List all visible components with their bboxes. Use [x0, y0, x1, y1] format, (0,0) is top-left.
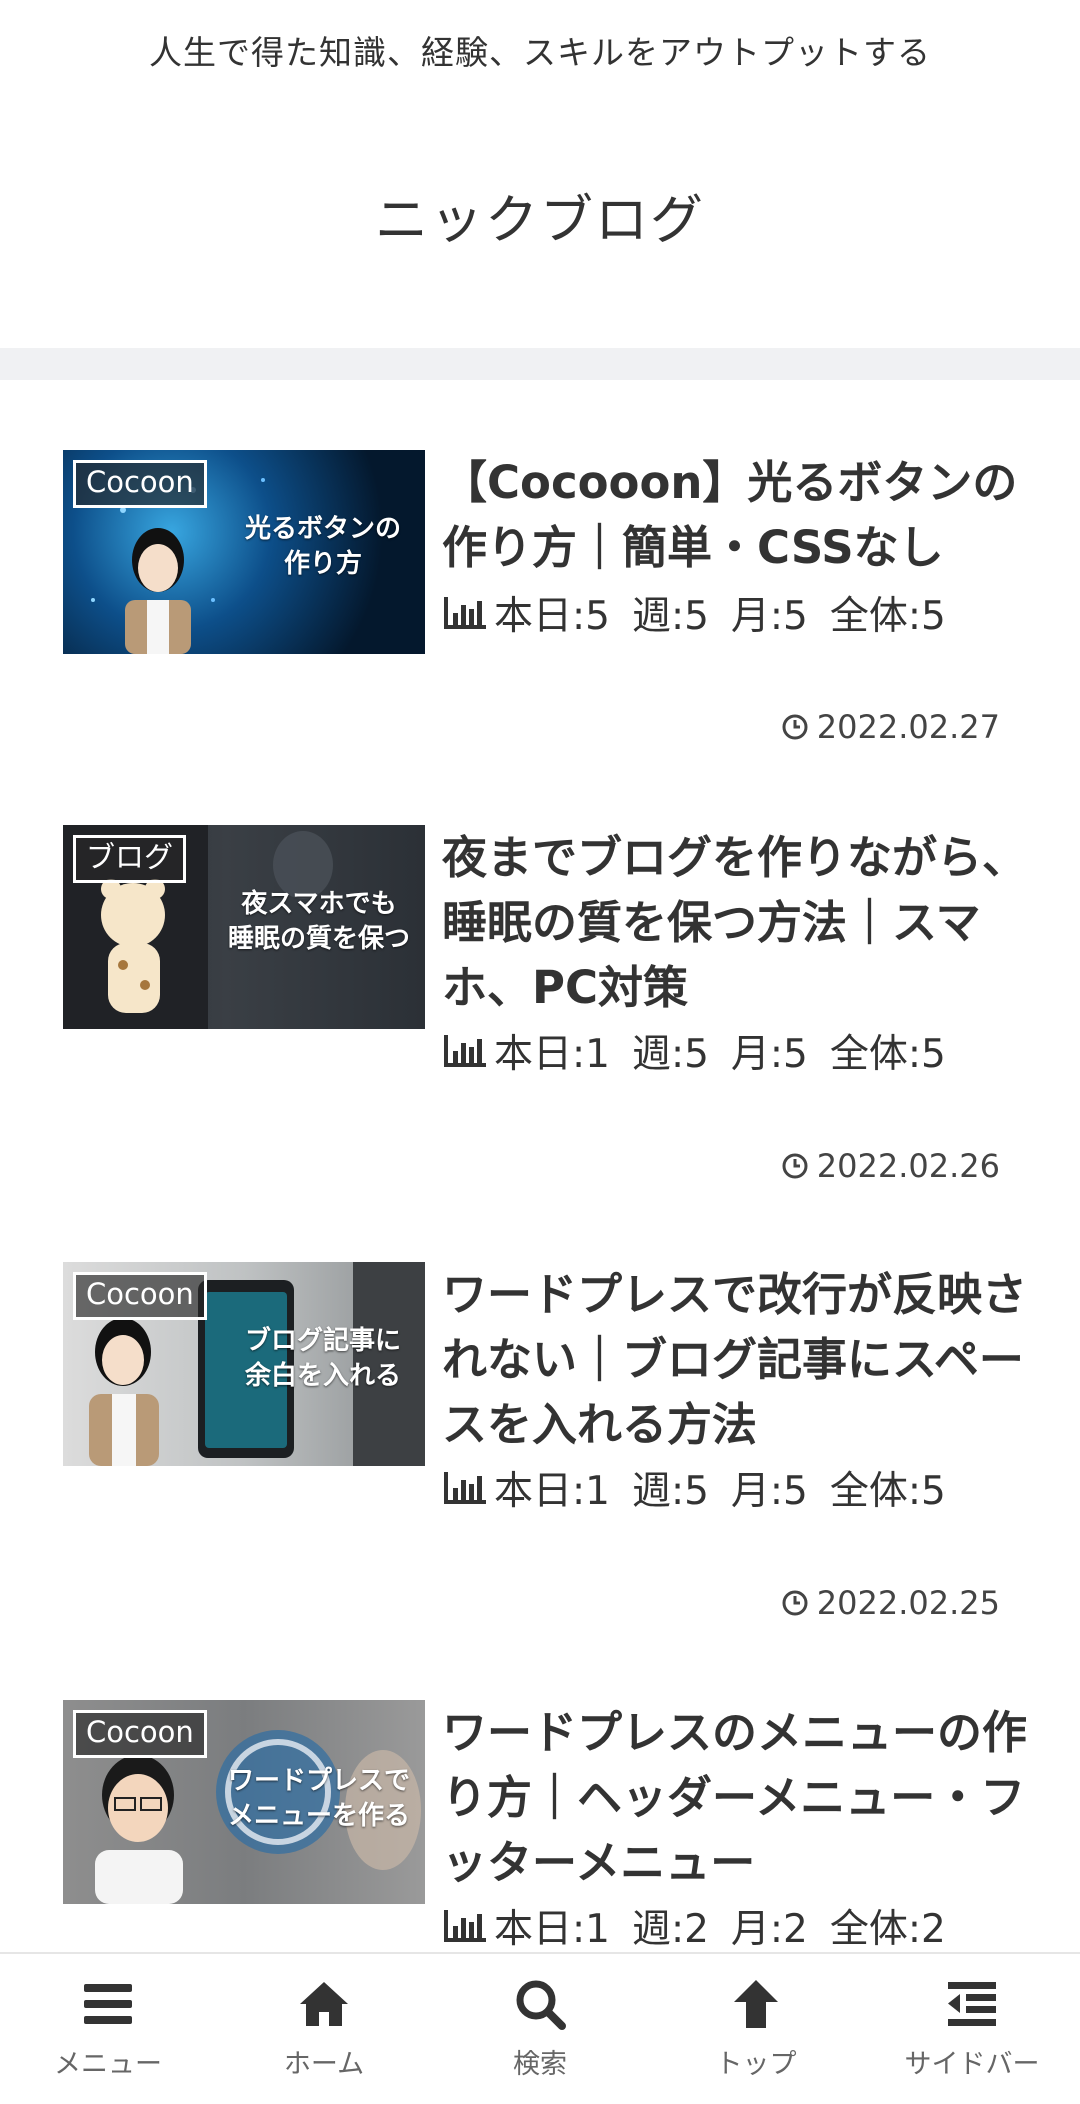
view-counts: 本日:1 週:5 月:5 全体:5	[442, 1460, 968, 1516]
views-total: 全体:5	[829, 1032, 946, 1077]
site-title[interactable]: ニックブログ	[0, 178, 1080, 254]
footer-search-label: 検索	[513, 2049, 567, 2080]
footer-search-button[interactable]: 検索	[432, 1954, 648, 2104]
bar-chart-icon	[444, 1035, 486, 1067]
post-title[interactable]: ワードプレスで改行が反映されない｜ブログ記事にスペースを入れる方法	[442, 1262, 1042, 1457]
search-icon	[516, 1980, 566, 2030]
site-header: 人生で得た知識、経験、スキルをアウトプットする ニックブログ	[0, 0, 1080, 348]
post-date-text: 2022.02.26	[816, 1147, 1000, 1185]
post-list: Cocoon 光るボタンの 作り方 【Cocooon】光るボタンの作り方｜簡単・…	[0, 380, 1080, 1960]
bars-icon	[84, 1984, 132, 2024]
home-icon	[300, 1982, 348, 2026]
views-week: 週:5	[631, 594, 709, 639]
footer-sidebar-button[interactable]: サイドバー	[864, 1954, 1080, 2104]
footer-menu-label: メニュー	[54, 2049, 162, 2080]
clock-icon	[782, 1590, 808, 1616]
footer-home-button[interactable]: ホーム	[216, 1954, 432, 2104]
sidebar-outdent-icon	[948, 1982, 996, 2026]
views-today: 本日:1	[494, 1032, 610, 1077]
views-month: 月:5	[730, 594, 808, 639]
post-date-text: 2022.02.25	[816, 1584, 1000, 1622]
arrow-up-icon	[734, 1980, 778, 2028]
views-total: 全体:2	[829, 1907, 946, 1952]
views-month: 月:2	[730, 1907, 808, 1952]
view-counts: 本日:1 週:2 月:2 全体:2	[442, 1898, 968, 1954]
thumbnail-caption: ブログ記事に 余白を入れる	[244, 1326, 401, 1392]
category-label[interactable]: Cocoon	[73, 1710, 207, 1758]
thumbnail-caption: ワードプレスで メニューを作る	[227, 1766, 410, 1832]
post-date: 2022.02.26	[781, 1147, 1000, 1185]
views-week: 週:5	[631, 1469, 709, 1514]
category-label[interactable]: ブログ	[73, 835, 187, 883]
post-date: 2022.02.25	[781, 1584, 1000, 1622]
post-title[interactable]: ワードプレスのメニューの作り方｜ヘッダーメニュー・フッターメニュー	[442, 1700, 1042, 1895]
post-thumbnail[interactable]: Cocoon ブログ記事に 余白を入れる	[63, 1262, 425, 1466]
footer-home-label: ホーム	[283, 2049, 365, 2080]
site-tagline: 人生で得た知識、経験、スキルをアウトプットする	[149, 33, 931, 72]
category-label[interactable]: Cocoon	[73, 1272, 207, 1320]
bar-chart-icon	[444, 597, 486, 629]
view-counts: 本日:1 週:5 月:5 全体:5	[442, 1023, 968, 1079]
category-label[interactable]: Cocoon	[73, 460, 207, 508]
views-today: 本日:1	[494, 1469, 610, 1514]
bar-chart-icon	[444, 1910, 486, 1942]
post-title[interactable]: 夜までブログを作りながら、睡眠の質を保つ方法｜スマホ、PC対策	[442, 825, 1042, 1020]
post-date-text: 2022.02.27	[816, 708, 1000, 746]
thumbnail-caption: 光るボタンの 作り方	[244, 514, 401, 580]
views-total: 全体:5	[829, 1469, 946, 1514]
views-month: 月:5	[730, 1032, 808, 1077]
views-total: 全体:5	[829, 594, 946, 639]
post-title[interactable]: 【Cocooon】光るボタンの作り方｜簡単・CSSなし	[442, 450, 1042, 580]
clock-icon	[782, 714, 808, 740]
footer-top-label: トップ	[715, 2049, 797, 2080]
footer-menu-button[interactable]: メニュー	[0, 1954, 216, 2104]
views-week: 週:5	[631, 1032, 709, 1077]
view-counts: 本日:5 週:5 月:5 全体:5	[442, 585, 968, 641]
post-date: 2022.02.27	[781, 708, 1000, 746]
views-month: 月:5	[730, 1469, 808, 1514]
section-divider	[0, 348, 1080, 380]
footer-top-button[interactable]: トップ	[648, 1954, 864, 2104]
post-thumbnail[interactable]: Cocoon ワードプレスで メニューを作る	[63, 1700, 425, 1904]
views-today: 本日:1	[494, 1907, 610, 1952]
mobile-footer-nav: メニュー ホーム 検索 トップ サイドバー	[0, 1952, 1080, 2104]
post-thumbnail[interactable]: ブログ 夜スマホでも 睡眠の質を保つ	[63, 825, 425, 1029]
views-week: 週:2	[631, 1907, 709, 1952]
views-today: 本日:5	[494, 594, 610, 639]
clock-icon	[782, 1153, 808, 1179]
thumbnail-caption: 夜スマホでも 睡眠の質を保つ	[227, 889, 410, 955]
footer-sidebar-label: サイドバー	[904, 2049, 1040, 2080]
bar-chart-icon	[444, 1472, 486, 1504]
post-thumbnail[interactable]: Cocoon 光るボタンの 作り方	[63, 450, 425, 654]
